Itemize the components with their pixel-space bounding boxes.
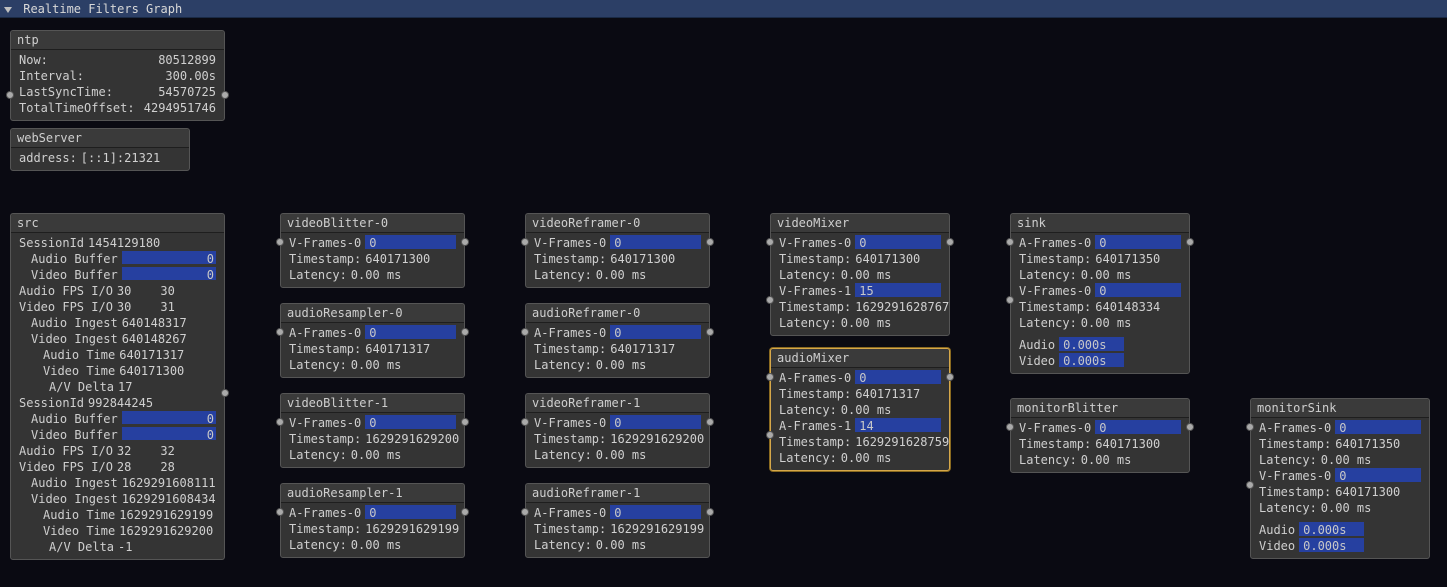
- node-src[interactable]: src SessionId 1454129180 Audio Buffer0 V…: [10, 213, 225, 560]
- port[interactable]: [766, 373, 774, 381]
- node-monitorblitter[interactable]: monitorBlitter V-Frames-00 Timestamp: 64…: [1010, 398, 1190, 473]
- window-title: Realtime Filters Graph: [23, 2, 182, 16]
- node-videoblitter-1[interactable]: videoBlitter-1 V-Frames-00 Timestamp: 16…: [280, 393, 465, 468]
- port[interactable]: [946, 238, 954, 246]
- port[interactable]: [521, 238, 529, 246]
- port[interactable]: [1246, 423, 1254, 431]
- node-audioresampler-0[interactable]: audioResampler-0 A-Frames-00 Timestamp: …: [280, 303, 465, 378]
- port[interactable]: [766, 238, 774, 246]
- node-audioreframer-0[interactable]: audioReframer-0 A-Frames-00 Timestamp: 6…: [525, 303, 710, 378]
- port[interactable]: [276, 238, 284, 246]
- port[interactable]: [276, 508, 284, 516]
- node-webserver-header[interactable]: webServer: [11, 129, 189, 148]
- port[interactable]: [521, 418, 529, 426]
- node-ntp-header[interactable]: ntp: [11, 31, 224, 50]
- video-buffer-bar: 0: [122, 427, 216, 440]
- node-videoreframer-0[interactable]: videoReframer-0 V-Frames-00 Timestamp: 6…: [525, 213, 710, 288]
- audio-buffer-bar: 0: [122, 411, 216, 424]
- audio-buffer-bar: 0: [122, 251, 216, 264]
- port[interactable]: [766, 296, 774, 304]
- port[interactable]: [706, 508, 714, 516]
- collapse-icon[interactable]: [4, 7, 12, 13]
- node-videoblitter-0[interactable]: videoBlitter-0 V-Frames-00 Timestamp: 64…: [280, 213, 465, 288]
- window-titlebar[interactable]: Realtime Filters Graph: [0, 0, 1447, 18]
- node-ntp[interactable]: ntp Now:80512899 Interval:300.00s LastSy…: [10, 30, 225, 121]
- port[interactable]: [706, 238, 714, 246]
- node-audioresampler-1[interactable]: audioResampler-1 A-Frames-00 Timestamp: …: [280, 483, 465, 558]
- node-monitorsink[interactable]: monitorSink A-Frames-00 Timestamp: 64017…: [1250, 398, 1430, 559]
- graph-canvas[interactable]: ntp Now:80512899 Interval:300.00s LastSy…: [0, 18, 1447, 587]
- node-webserver[interactable]: webServer address:[::1]:21321: [10, 128, 190, 171]
- port[interactable]: [706, 328, 714, 336]
- port[interactable]: [521, 508, 529, 516]
- port[interactable]: [1186, 423, 1194, 431]
- video-buffer-bar: 0: [122, 267, 216, 280]
- port[interactable]: [461, 418, 469, 426]
- port[interactable]: [1006, 296, 1014, 304]
- port[interactable]: [461, 508, 469, 516]
- port[interactable]: [1246, 481, 1254, 489]
- port[interactable]: [6, 91, 14, 99]
- node-src-header[interactable]: src: [11, 214, 224, 233]
- node-sink[interactable]: sink A-Frames-00 Timestamp: 640171350 La…: [1010, 213, 1190, 374]
- port[interactable]: [461, 328, 469, 336]
- port[interactable]: [221, 389, 229, 397]
- port[interactable]: [946, 373, 954, 381]
- node-audioreframer-1[interactable]: audioReframer-1 A-Frames-00 Timestamp: 1…: [525, 483, 710, 558]
- port[interactable]: [461, 238, 469, 246]
- port[interactable]: [1186, 238, 1194, 246]
- node-audiomixer[interactable]: audioMixer A-Frames-00 Timestamp: 640171…: [770, 348, 950, 471]
- port[interactable]: [276, 418, 284, 426]
- node-videomixer[interactable]: videoMixer V-Frames-00 Timestamp: 640171…: [770, 213, 950, 336]
- port[interactable]: [706, 418, 714, 426]
- port[interactable]: [1006, 238, 1014, 246]
- node-videoreframer-1[interactable]: videoReframer-1 V-Frames-00 Timestamp: 1…: [525, 393, 710, 468]
- port[interactable]: [766, 431, 774, 439]
- port[interactable]: [276, 328, 284, 336]
- port[interactable]: [221, 91, 229, 99]
- port[interactable]: [521, 328, 529, 336]
- port[interactable]: [1006, 423, 1014, 431]
